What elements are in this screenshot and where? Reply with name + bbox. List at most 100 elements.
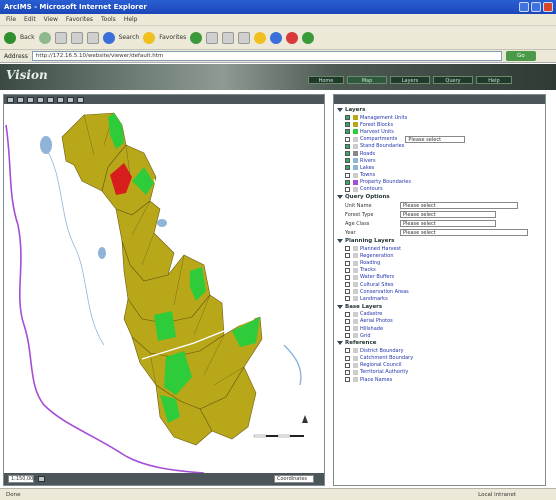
layer-checkbox[interactable]	[345, 246, 350, 252]
layer-row[interactable]: Regional Council	[337, 362, 543, 369]
layer-checkbox[interactable]	[345, 274, 350, 280]
layer-checkbox[interactable]	[345, 172, 350, 178]
forward-icon[interactable]	[38, 31, 51, 44]
research-icon[interactable]	[286, 31, 299, 44]
layer-checkbox[interactable]	[345, 260, 350, 266]
layer-section-header[interactable]: Base Layers	[337, 303, 543, 311]
refresh-icon[interactable]	[70, 31, 83, 44]
menu-view[interactable]: View	[44, 16, 58, 23]
expand-icon[interactable]	[337, 304, 343, 309]
layer-checkbox[interactable]	[345, 377, 350, 383]
expand-icon[interactable]	[337, 341, 343, 346]
zoom-to-scale-icon[interactable]	[38, 476, 45, 482]
search-button-label[interactable]: Search	[119, 34, 140, 41]
print-icon[interactable]	[238, 31, 251, 44]
pan-icon[interactable]	[27, 96, 34, 103]
expand-icon[interactable]	[337, 108, 343, 112]
back-icon[interactable]	[4, 31, 16, 44]
discuss-icon[interactable]	[302, 31, 315, 44]
layer-row[interactable]: Hillshade	[337, 325, 543, 332]
layer-row[interactable]: Territorial Authority	[337, 369, 543, 376]
layer-row[interactable]: Catchment Boundary	[337, 355, 543, 362]
layer-row[interactable]: Aerial Photos	[337, 318, 543, 325]
close-button[interactable]	[543, 2, 553, 12]
edit-icon[interactable]	[254, 31, 267, 44]
filter-select[interactable]: Please select	[400, 229, 528, 237]
zoom-in-icon[interactable]	[7, 96, 14, 103]
layer-row[interactable]: Towns	[337, 172, 543, 179]
layer-checkbox[interactable]	[345, 151, 350, 157]
full-extent-icon[interactable]	[37, 96, 44, 103]
layer-checkbox[interactable]	[345, 186, 350, 192]
coordinate-select[interactable]: Coordinates	[274, 475, 314, 483]
layer-checkbox[interactable]	[345, 267, 350, 273]
layer-select[interactable]: Please select	[405, 135, 466, 143]
map-canvas[interactable]	[4, 105, 324, 473]
back-button-label[interactable]: Back	[20, 34, 35, 41]
tab-home[interactable]: Home	[308, 76, 344, 84]
layer-checkbox[interactable]	[345, 115, 350, 121]
layer-checkbox[interactable]	[345, 179, 350, 185]
mail-icon[interactable]	[222, 31, 235, 44]
layer-row[interactable]: Conservation Areas	[337, 288, 543, 295]
layer-checkbox[interactable]	[345, 355, 350, 361]
tab-layers[interactable]: Layers	[390, 76, 430, 84]
menu-help[interactable]: Help	[124, 16, 138, 23]
address-field[interactable]: http://172.16.5.10/website/viewer/defaul…	[31, 51, 502, 61]
tab-map[interactable]: Map	[347, 76, 387, 84]
measure-icon[interactable]	[67, 96, 74, 103]
layer-row[interactable]: Planned Harvest	[337, 245, 543, 252]
favorites-button-label[interactable]: Favorites	[159, 34, 186, 41]
layer-row[interactable]: Cultural Sites	[337, 281, 543, 288]
layer-row[interactable]: Rivers	[337, 157, 543, 164]
layer-checkbox[interactable]	[345, 143, 350, 149]
layer-row[interactable]: Landmarks	[337, 295, 543, 302]
layer-row[interactable]: Roads	[337, 150, 543, 157]
layer-checkbox[interactable]	[345, 129, 350, 135]
expand-icon[interactable]	[337, 239, 343, 244]
layer-checkbox[interactable]	[345, 289, 350, 295]
menu-edit[interactable]: Edit	[24, 16, 36, 23]
minimize-button[interactable]	[519, 2, 529, 12]
layer-row[interactable]: Tracks	[337, 267, 543, 274]
layer-row[interactable]: Forest Blocks	[337, 121, 543, 128]
layer-section-header[interactable]: Layers	[337, 106, 543, 114]
layer-section-header[interactable]: Query Options	[337, 193, 543, 201]
layer-row[interactable]: Management Units	[337, 114, 543, 121]
media-icon[interactable]	[190, 31, 203, 44]
layer-checkbox[interactable]	[345, 311, 350, 317]
layer-checkbox[interactable]	[345, 369, 350, 375]
layer-row[interactable]: Contours	[337, 186, 543, 193]
identify-icon[interactable]	[47, 96, 54, 103]
messenger-icon[interactable]	[270, 31, 283, 44]
tab-query[interactable]: Query	[433, 76, 473, 84]
layer-checkbox[interactable]	[345, 296, 350, 302]
scale-select[interactable]: 1:150,000	[8, 475, 37, 483]
layer-checkbox[interactable]	[345, 122, 350, 128]
zoom-out-icon[interactable]	[17, 96, 24, 103]
select-icon[interactable]	[57, 96, 64, 103]
layer-checkbox[interactable]	[345, 158, 350, 164]
layer-checkbox[interactable]	[345, 253, 350, 259]
layer-checkbox[interactable]	[345, 362, 350, 368]
layer-checkbox[interactable]	[345, 348, 350, 354]
print-map-icon[interactable]	[77, 96, 84, 103]
stop-icon[interactable]	[54, 31, 67, 44]
layer-row[interactable]: Lakes	[337, 164, 543, 171]
layer-checkbox[interactable]	[345, 282, 350, 288]
tab-help[interactable]: Help	[476, 76, 512, 84]
filter-select[interactable]: Please select	[400, 220, 496, 228]
layer-checkbox[interactable]	[345, 333, 350, 339]
layer-checkbox[interactable]	[345, 318, 350, 324]
layer-row[interactable]: Compartments Please select	[337, 135, 543, 143]
menu-favorites[interactable]: Favorites	[66, 16, 93, 23]
layer-section-header[interactable]: Planning Layers	[337, 237, 543, 245]
home-icon[interactable]	[86, 31, 99, 44]
layer-section-header[interactable]: Reference	[337, 339, 543, 347]
layer-row[interactable]: Regeneration	[337, 252, 543, 259]
expand-icon[interactable]	[337, 195, 343, 200]
layer-checkbox[interactable]	[345, 165, 350, 171]
layer-row[interactable]: Harvest Units	[337, 128, 543, 135]
layer-row[interactable]: Water Buffers	[337, 274, 543, 281]
search-icon[interactable]	[102, 31, 115, 44]
